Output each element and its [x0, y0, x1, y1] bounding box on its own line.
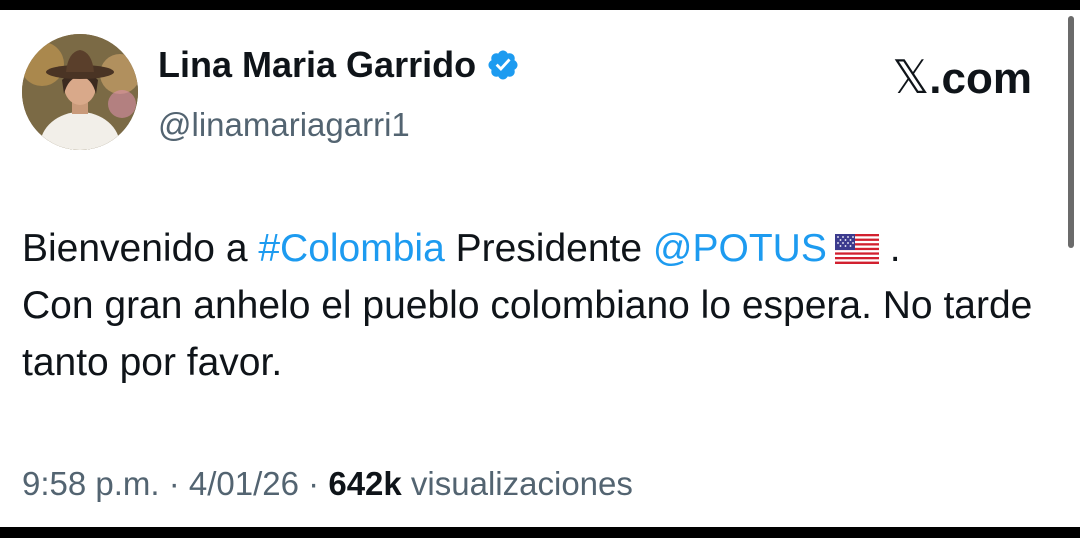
- hashtag-link[interactable]: #Colombia: [258, 227, 444, 270]
- author-name-row[interactable]: Lina Maria Garrido: [158, 44, 520, 86]
- tweet-text-segment: .: [878, 227, 901, 270]
- tweet-text-line: Con gran anhelo el pueblo colombiano lo …: [22, 284, 1033, 384]
- author-display-name[interactable]: Lina Maria Garrido: [158, 44, 476, 86]
- x-logo-icon: 𝕏: [892, 50, 930, 104]
- scrollbar-thumb[interactable]: [1068, 16, 1074, 248]
- author-handle[interactable]: @linamariagarri1: [158, 106, 410, 144]
- us-flag-emoji: [834, 234, 879, 264]
- tweet-card: Lina Maria Garrido @linamariagarri1 𝕏.co…: [0, 10, 1080, 527]
- meta-separator: ·: [299, 465, 329, 502]
- profile-avatar[interactable]: [22, 34, 138, 150]
- tweet-time[interactable]: 9:58 p.m.: [22, 465, 160, 502]
- tweet-metadata: 9:58 p.m. · 4/01/26 · 642k visualizacion…: [22, 465, 633, 503]
- avatar-image: [22, 34, 138, 150]
- tweet-text-segment: Presidente: [444, 227, 653, 270]
- brand-suffix: .com: [929, 54, 1032, 103]
- meta-separator: ·: [159, 465, 189, 502]
- tweet-date[interactable]: 4/01/26: [189, 465, 299, 502]
- views-count: 642k: [328, 465, 402, 502]
- verified-badge-icon: [488, 50, 518, 80]
- tweet-text-segment: Bienvenido a: [22, 227, 259, 270]
- tweet-body: Bienvenido a #Colombia Presidente @POTUS…: [22, 220, 1052, 391]
- views-label: visualizaciones: [401, 465, 633, 502]
- mention-link[interactable]: @POTUS: [653, 227, 827, 270]
- x-brand-logo: 𝕏.com: [892, 50, 1032, 104]
